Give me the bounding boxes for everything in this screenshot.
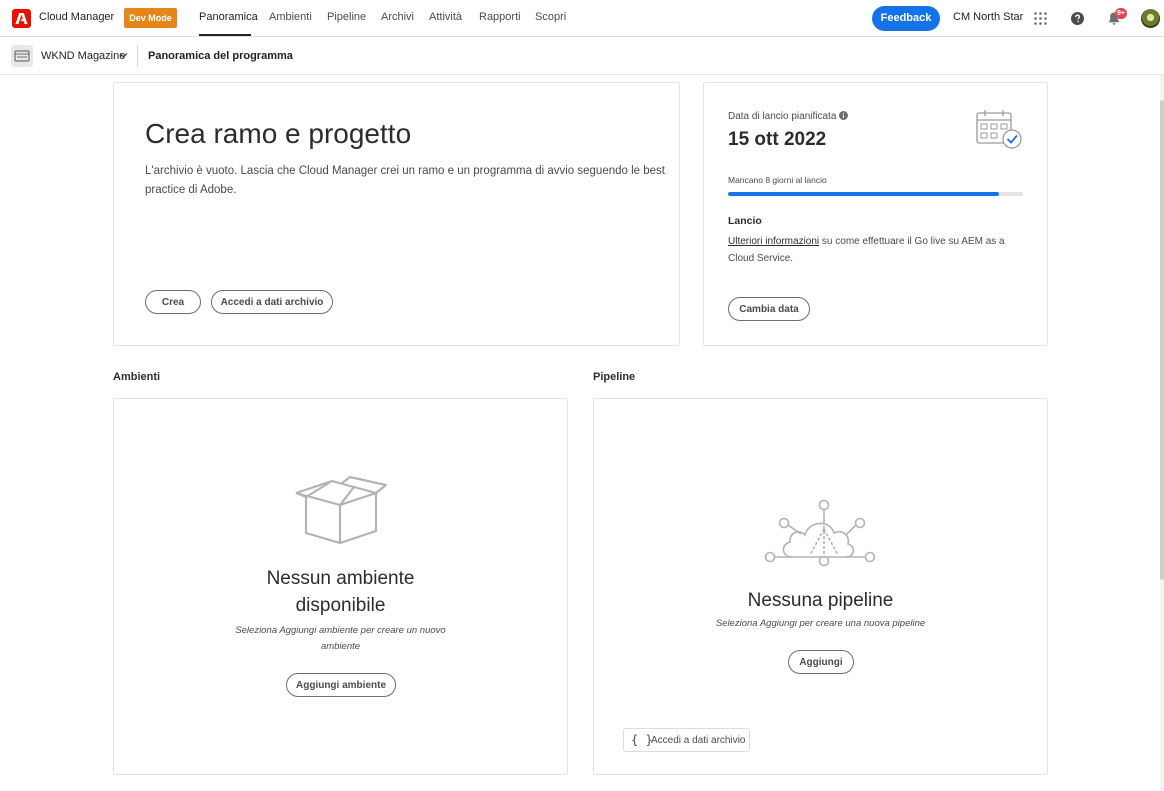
environments-empty-description: Seleziona Aggiungi ambiente per creare u… [235, 625, 446, 652]
launch-date: 15 ott 2022 [728, 129, 827, 150]
empty-box-icon [295, 475, 388, 545]
org-switcher[interactable]: CM North Star [953, 11, 1023, 23]
launch-date-label: Data di lancio pianificata [728, 111, 837, 122]
pipelines-card: Nessuna pipeline Seleziona Aggiungi per … [593, 398, 1048, 775]
tab-pipeline[interactable]: Pipeline [327, 11, 366, 23]
pipelines-heading: Pipeline [593, 371, 636, 383]
launch-progress-fill [728, 192, 1000, 196]
program-bar: WKND Magazine Panoramica del programma [0, 37, 1164, 75]
hero-description: L'archivio è vuoto. Lascia che Cloud Man… [145, 165, 665, 196]
dev-mode-badge: Dev Mode [124, 8, 177, 28]
adobe-logo-icon[interactable] [12, 9, 31, 28]
info-icon[interactable] [839, 111, 848, 120]
tab-ambienti[interactable]: Ambienti [269, 11, 312, 23]
app-switcher-icon[interactable] [1034, 12, 1047, 25]
environments-card: Nessun ambiente disponibile Seleziona Ag… [113, 398, 568, 775]
notification-count-badge: 9+ [1115, 8, 1127, 19]
user-avatar[interactable] [1141, 9, 1160, 28]
feedback-button[interactable]: Feedback [872, 6, 940, 31]
more-info-link[interactable]: Ulteriori informazioni [728, 236, 819, 247]
environments-empty-title: Nessun ambiente disponibile [266, 568, 415, 616]
page-title: Panoramica del programma [148, 50, 293, 62]
tab-panoramica[interactable]: Panoramica [199, 11, 258, 23]
program-icon [11, 45, 33, 67]
calendar-check-icon [976, 110, 1022, 149]
launch-countdown: Mancano 8 giorni al lancio [728, 175, 827, 185]
create-button[interactable]: Crea [145, 290, 201, 314]
chevron-down-icon[interactable] [119, 52, 128, 59]
add-environment-button[interactable]: Aggiungi ambiente [286, 673, 396, 697]
environments-heading: Ambienti [113, 371, 161, 383]
divider [137, 45, 138, 67]
cloud-network-icon [764, 499, 876, 567]
launch-section-title: Lancio [728, 215, 762, 227]
hero-title: Crea ramo e progetto [145, 118, 412, 149]
program-selector[interactable]: WKND Magazine [41, 50, 125, 62]
tab-scopri[interactable]: Scopri [535, 11, 566, 23]
code-braces-icon: { } [631, 733, 653, 747]
tab-rapporti[interactable]: Rapporti [479, 11, 521, 23]
active-tab-indicator [199, 34, 251, 36]
scrollbar-thumb[interactable] [1160, 100, 1164, 580]
add-pipeline-button[interactable]: Aggiungi [788, 650, 854, 674]
pipelines-empty-description: Seleziona Aggiungi per creare una nuova … [715, 618, 926, 629]
launch-card: Data di lancio pianificata 15 ott 2022 M… [703, 82, 1048, 346]
change-date-button[interactable]: Cambia data [728, 297, 810, 321]
pipeline-access-repo-label: Accedi a dati archivio [651, 735, 746, 746]
launch-info-text: Ulteriori informazioni su come effettuar… [728, 234, 1028, 267]
pipelines-empty-title: Nessuna pipeline [747, 590, 894, 611]
launch-progress-bar [728, 192, 1023, 196]
app-name[interactable]: Cloud Manager [39, 11, 114, 23]
create-branch-card: Crea ramo e progetto L'archivio è vuoto.… [113, 82, 680, 346]
help-icon[interactable] [1071, 12, 1084, 25]
tab-attivita[interactable]: Attività [429, 11, 462, 23]
access-repo-button[interactable]: Accedi a dati archivio [211, 290, 333, 314]
tab-archivi[interactable]: Archivi [381, 11, 414, 23]
pipeline-access-repo-button[interactable]: { } Accedi a dati archivio [623, 728, 750, 752]
top-navigation-bar: Cloud Manager Dev Mode Panoramica Ambien… [0, 0, 1164, 37]
